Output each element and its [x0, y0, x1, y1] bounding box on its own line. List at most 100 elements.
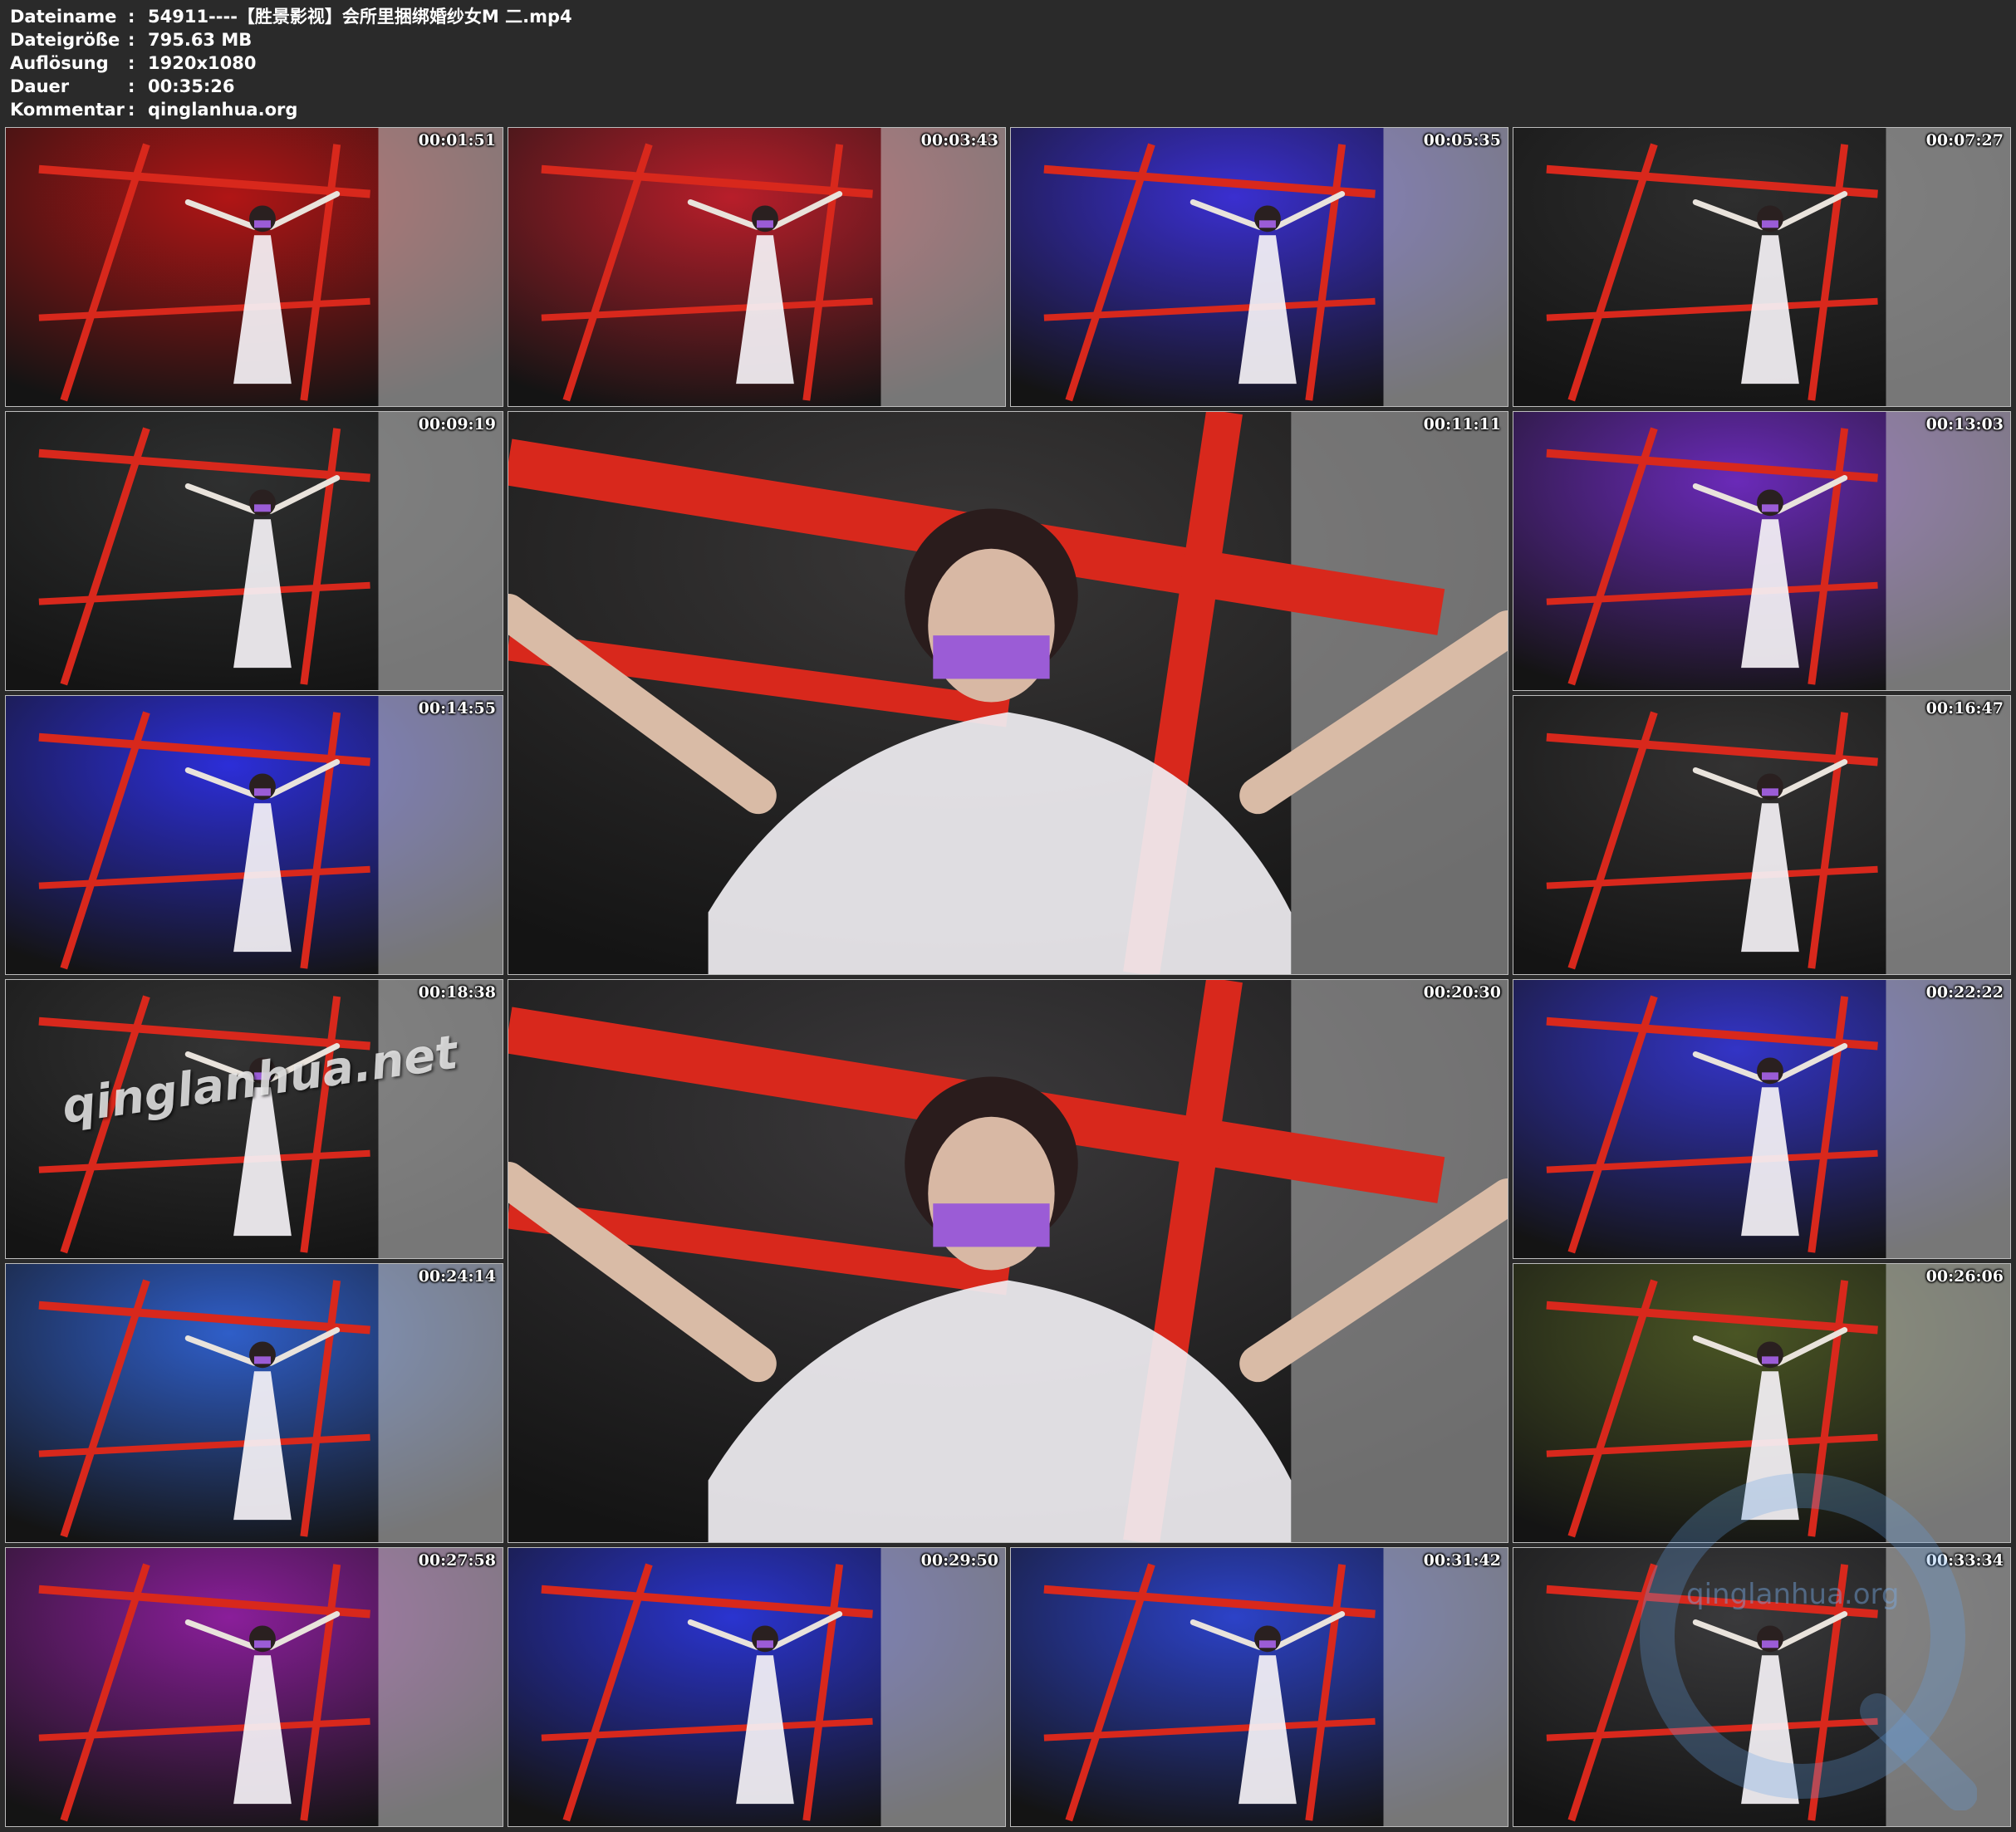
head — [249, 1625, 276, 1653]
info-separator: : — [128, 76, 135, 96]
thumbnail-frame: 00:29:50 — [508, 1547, 1006, 1827]
head — [1757, 1341, 1783, 1369]
head — [249, 205, 276, 233]
watermark-logo-text: qinglanhua.org — [1686, 1578, 1900, 1611]
timestamp-label: 00:13:03 — [1925, 415, 2004, 434]
info-value: 795.63 MB — [148, 30, 253, 50]
gag — [757, 220, 773, 228]
curtain — [378, 128, 503, 406]
gag — [1762, 1356, 1778, 1364]
timestamp-label: 00:27:58 — [418, 1551, 496, 1570]
timestamp-label: 00:18:38 — [418, 983, 496, 1002]
scene-illustration — [508, 1548, 1005, 1826]
scene-illustration — [1513, 980, 2010, 1258]
info-separator: : — [128, 7, 135, 27]
timestamp-label: 00:11:11 — [1423, 415, 1501, 434]
head — [1757, 773, 1783, 801]
curtain — [1886, 980, 2010, 1258]
timestamp-label: 00:14:55 — [418, 699, 496, 718]
scene-illustration — [1513, 1264, 2010, 1542]
gag — [1762, 1640, 1778, 1648]
face — [928, 548, 1055, 703]
timestamp-label: 00:22:22 — [1925, 983, 2004, 1002]
thumbnail-frame: 00:24:14 — [5, 1263, 503, 1543]
scene-illustration — [6, 1548, 503, 1826]
info-label: Dateigröße — [10, 30, 120, 50]
timestamp-label: 00:26:06 — [1925, 1267, 2004, 1286]
timestamp-label: 00:20:30 — [1423, 983, 1501, 1002]
info-separator: : — [128, 100, 135, 120]
timestamp-label: 00:07:27 — [1925, 131, 2004, 149]
curtain — [880, 128, 1005, 406]
info-separator: : — [128, 30, 135, 50]
info-separator: : — [128, 53, 135, 73]
info-value: 00:35:26 — [148, 76, 235, 96]
thumbnail-frame: 00:03:43 — [508, 127, 1006, 407]
scene-illustration — [508, 128, 1005, 406]
head — [249, 773, 276, 801]
info-value: qinglanhua.org — [148, 100, 298, 120]
scene-illustration — [1011, 1548, 1508, 1826]
thumbnail-frame: 00:05:35 — [1010, 127, 1508, 407]
curtain — [1383, 1548, 1508, 1826]
head — [1757, 1057, 1783, 1085]
curtain — [1886, 412, 2010, 690]
scene-illustration — [508, 412, 1508, 974]
curtain — [378, 696, 503, 974]
head — [249, 1341, 276, 1369]
thumbnail-frame: 00:09:19 — [5, 411, 503, 691]
timestamp-label: 00:03:43 — [920, 131, 998, 149]
scene-illustration — [1513, 696, 2010, 974]
gag — [254, 788, 271, 796]
file-info-header: Dateiname : 54911----【胜景影视】会所里捆绑婚纱女M 二.m… — [10, 5, 2004, 121]
info-label: Dauer — [10, 76, 70, 96]
timestamp-label: 00:09:19 — [418, 415, 496, 434]
scene-illustration — [508, 980, 1508, 1542]
gag — [254, 1356, 271, 1364]
thumbnail-frame: 00:26:06 — [1513, 1263, 2011, 1543]
curtain — [378, 1548, 503, 1826]
scene-illustration — [6, 1264, 503, 1542]
thumbnail-frame: 00:31:42 — [1010, 1547, 1508, 1827]
scene-illustration — [1011, 128, 1508, 406]
info-label: Dateiname — [10, 7, 117, 27]
head — [249, 489, 276, 517]
gag — [1762, 220, 1778, 228]
gag — [1259, 220, 1276, 228]
timestamp-label: 00:33:34 — [1925, 1551, 2004, 1570]
head — [752, 205, 778, 233]
timestamp-label: 00:16:47 — [1925, 699, 2004, 718]
timestamp-label: 00:05:35 — [1423, 131, 1501, 149]
head — [1757, 489, 1783, 517]
head — [1757, 1625, 1783, 1653]
gag — [254, 220, 271, 228]
thumbnail-frame: 00:27:58 — [5, 1547, 503, 1827]
face — [928, 1116, 1055, 1271]
thumbnail-frame: 00:07:27 — [1513, 127, 2011, 407]
timestamp-label: 00:01:51 — [418, 131, 496, 149]
curtain — [378, 1264, 503, 1542]
gag — [1762, 504, 1778, 512]
timestamp-label: 00:24:14 — [418, 1267, 496, 1286]
scene-illustration — [6, 128, 503, 406]
curtain — [1886, 696, 2010, 974]
head — [1757, 205, 1783, 233]
gag — [933, 635, 1050, 679]
gag — [1762, 1072, 1778, 1080]
gag — [1762, 788, 1778, 796]
curtain — [378, 412, 503, 690]
timestamp-label: 00:29:50 — [920, 1551, 998, 1570]
scene-illustration — [1513, 128, 2010, 406]
curtain — [880, 1548, 1005, 1826]
curtain — [1886, 1264, 2010, 1542]
scene-illustration — [6, 412, 503, 690]
thumbnail-frame: 00:16:47 — [1513, 695, 2011, 975]
thumbnail-frame-large: 00:11:11 — [508, 411, 1508, 975]
thumbnail-frame: 00:13:03 — [1513, 411, 2011, 691]
gag — [933, 1203, 1050, 1247]
curtain — [1886, 1548, 2010, 1826]
thumbnail-frame: 00:14:55 — [5, 695, 503, 975]
info-label: Kommentar — [10, 100, 125, 120]
scene-illustration — [6, 696, 503, 974]
curtain — [1886, 128, 2010, 406]
